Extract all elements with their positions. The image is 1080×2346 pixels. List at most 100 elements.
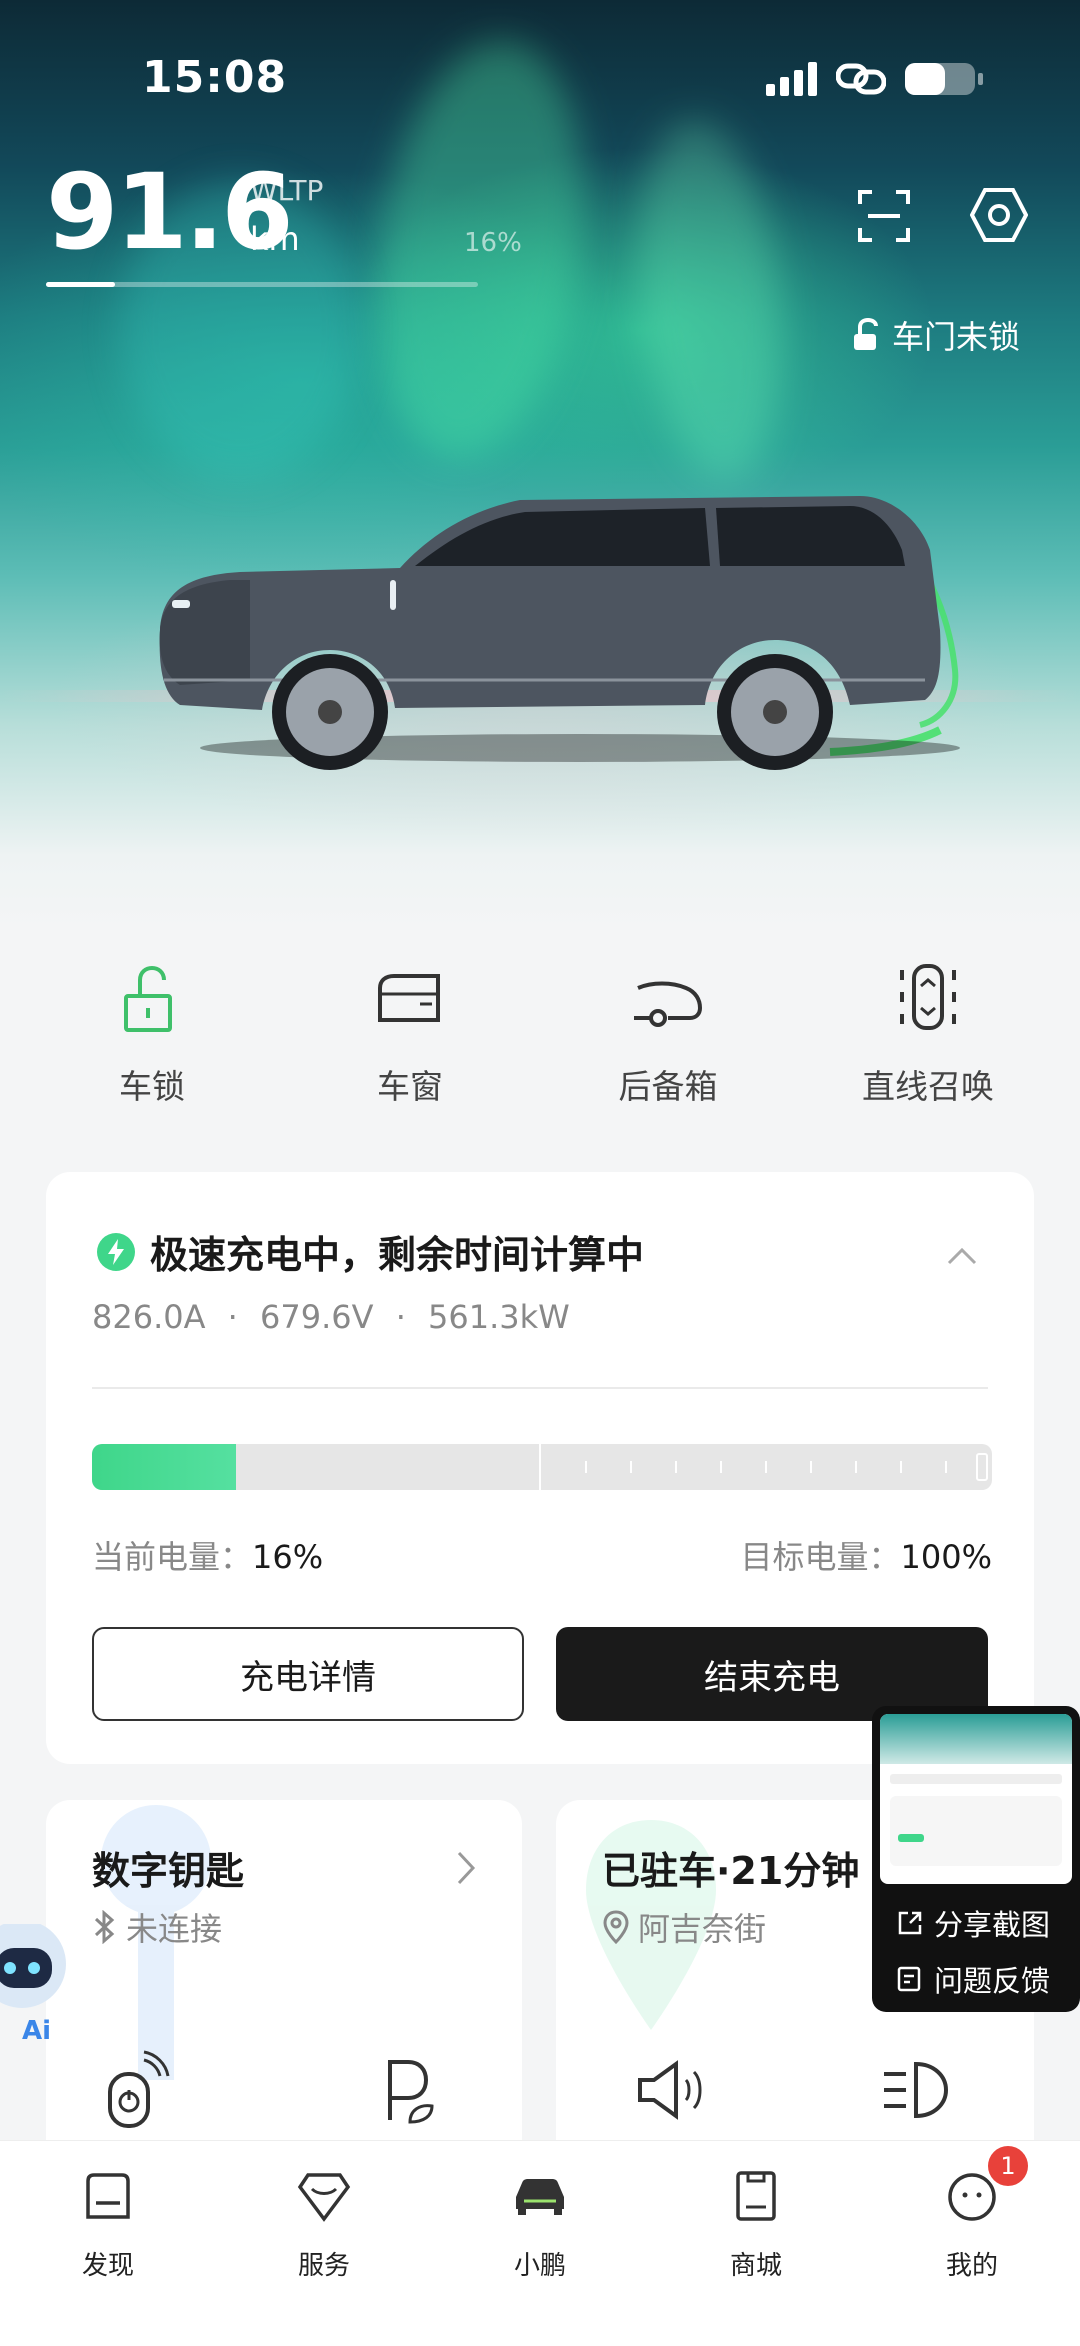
share-screenshot-button[interactable]: 分享截图: [896, 1902, 1050, 1944]
charge-tick: [675, 1461, 677, 1473]
car-image: [159, 496, 960, 770]
divider: [92, 1387, 988, 1389]
charging-stats: 826.0A · 679.6V · 561.3kW: [92, 1298, 570, 1336]
charge-tick: [945, 1461, 947, 1473]
quick-action-summon[interactable]: 直线召唤: [828, 958, 1028, 1108]
straight-summon-icon: [900, 964, 956, 1030]
charge-tick: [855, 1461, 857, 1473]
charging-power: 561.3kW: [428, 1298, 570, 1336]
parking-leaf-icon[interactable]: [366, 2050, 446, 2130]
target-handle[interactable]: [976, 1453, 988, 1481]
current-level-label: 当前电量：: [92, 1538, 253, 1576]
target-level[interactable]: 目标电量：100%: [741, 1532, 993, 1578]
trunk-icon: [634, 981, 703, 1027]
range-standard: WLTP: [250, 174, 324, 207]
rear-wheel: [717, 654, 833, 770]
remote-power-icon[interactable]: [92, 2050, 172, 2130]
tab-label: 商城: [729, 2251, 782, 2281]
chevron-up-icon[interactable]: [946, 1246, 978, 1266]
lightning-bolt-icon: [97, 1232, 135, 1271]
parking-title: 已驻车·21分钟: [602, 1849, 860, 1893]
thumb-line: [890, 1774, 1062, 1784]
stat-separator: ·: [395, 1298, 406, 1336]
quick-action-label: 后备箱: [618, 1067, 718, 1106]
quick-action-label: 车锁: [119, 1067, 185, 1106]
digital-key-status: 未连接: [92, 1904, 222, 1950]
digital-key-status-text: 未连接: [126, 1910, 223, 1948]
charge-progress-fill: [92, 1444, 236, 1490]
tab-discover[interactable]: 发现: [48, 2167, 168, 2282]
chevron-right-icon[interactable]: [456, 1850, 476, 1886]
digital-key-title: 数字钥匙: [92, 1849, 245, 1893]
feedback-button[interactable]: 问题反馈: [896, 1958, 1050, 2000]
stat-separator: ·: [227, 1298, 238, 1336]
quick-action-window[interactable]: 车窗: [310, 958, 510, 1108]
parking-location-text: 阿吉奈街: [638, 1910, 767, 1948]
scan-icon[interactable]: [856, 188, 912, 244]
tab-service[interactable]: 服务: [264, 2167, 384, 2282]
range-progress-fill: [46, 282, 116, 287]
cellular-signal-icon: [766, 62, 817, 96]
status-time: 15:08: [142, 52, 288, 103]
charge-tick: [810, 1461, 812, 1473]
charge-tick: [720, 1461, 722, 1473]
notification-badge: 1: [988, 2146, 1028, 2186]
location-pin-icon: [603, 1910, 629, 1944]
quick-action-label: 直线召唤: [862, 1067, 994, 1106]
speaker-horn-icon[interactable]: [632, 2050, 712, 2130]
battery-percent: 16%: [464, 228, 522, 258]
tab-mall[interactable]: 商城: [696, 2167, 816, 2282]
target-level-value: 100%: [900, 1538, 992, 1576]
screenshot-thumbnail[interactable]: [880, 1714, 1072, 1884]
tab-label: 我的: [945, 2251, 998, 2281]
front-wheel: [272, 654, 388, 770]
door-status[interactable]: 车门未锁: [852, 312, 1020, 358]
tab-label: 服务: [297, 2251, 350, 2281]
charging-card: 极速充电中，剩余时间计算中 826.0A · 679.6V · 561.3kW …: [46, 1172, 1034, 1764]
charging-title: 极速充电中，剩余时间计算中: [96, 1224, 644, 1279]
screenshot-popup: 分享截图 问题反馈: [872, 1706, 1080, 2012]
charging-title-text: 极速充电中，剩余时间计算中: [150, 1233, 645, 1277]
ai-assistant-button[interactable]: Ai: [0, 1920, 74, 2054]
charge-tick: [900, 1461, 902, 1473]
settings-hexagon-icon[interactable]: [970, 186, 1028, 244]
charge-progress-marker: [539, 1444, 541, 1490]
thumb-card: [890, 1796, 1062, 1866]
ai-label: Ai: [22, 2016, 52, 2046]
current-level: 当前电量：16%: [92, 1532, 323, 1578]
range-unit: km: [250, 220, 300, 258]
charging-voltage: 679.6V: [260, 1298, 374, 1336]
car-icon: [516, 2179, 564, 2215]
range-progress-track: [46, 282, 478, 287]
aurora-glow: [621, 113, 799, 487]
charging-current: 826.0A: [92, 1298, 206, 1336]
mall-icon: [736, 2171, 776, 2221]
car-window-icon: [378, 974, 440, 1022]
charge-tick: [765, 1461, 767, 1473]
tab-label: 小鹏: [513, 2251, 566, 2281]
quick-action-trunk[interactable]: 后备箱: [568, 958, 768, 1108]
unlocked-padlock-icon: [124, 965, 172, 1032]
connection-link-icon: [836, 63, 886, 95]
thumb-bar: [898, 1834, 924, 1842]
discover-icon: [86, 2173, 130, 2219]
bottom-tab-bar: 发现 服务 小鹏 商城 我的: [0, 2140, 1080, 2346]
feedback-label: 问题反馈: [934, 1964, 1051, 1998]
feedback-edit-icon: [897, 1966, 921, 1992]
share-label: 分享截图: [934, 1908, 1051, 1942]
tab-label: 发现: [81, 2251, 134, 2281]
bluetooth-icon: [94, 1910, 115, 1944]
tab-xpeng[interactable]: 小鹏: [480, 2167, 600, 2282]
quick-action-lock[interactable]: 车锁: [52, 958, 252, 1108]
headlight-icon[interactable]: [876, 2050, 956, 2130]
battery-icon: [905, 63, 983, 95]
charge-progress-bar: [92, 1444, 992, 1490]
unlocked-icon: [854, 318, 878, 350]
door-status-label: 车门未锁: [892, 318, 1021, 356]
share-icon: [898, 1911, 922, 1935]
service-icon: [297, 2173, 351, 2222]
status-bar: 15:08: [0, 0, 1080, 150]
parking-location: 阿吉奈街: [602, 1904, 766, 1950]
range-display: 91.6 WLTP km 16%: [46, 160, 522, 287]
charging-details-button[interactable]: 充电详情: [92, 1627, 524, 1721]
